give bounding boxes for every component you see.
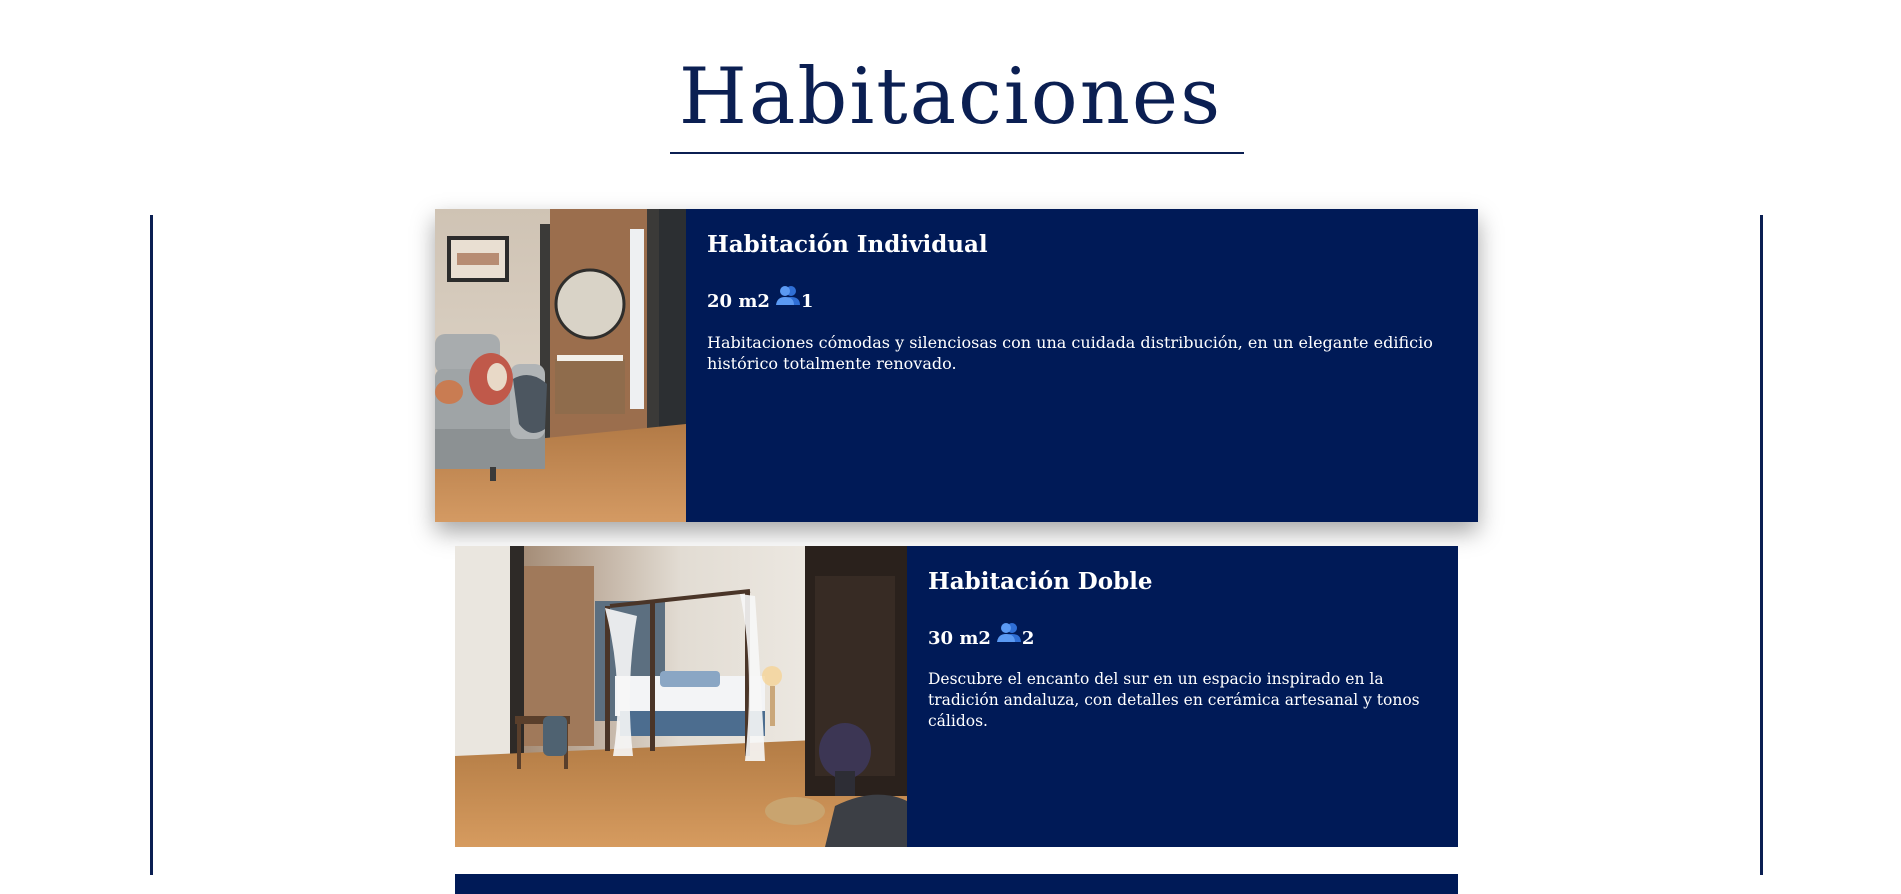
page-title: Habitaciones: [678, 52, 1223, 142]
room-details-individual: Habitación Individual 20 m2 1 Habitacion…: [686, 209, 1478, 522]
room-description: Descubre el encanto del sur en un espaci…: [928, 669, 1420, 730]
room-title[interactable]: Habitación Doble: [928, 568, 1442, 596]
frame-line-left: [150, 215, 153, 875]
room-card-individual[interactable]: Habitación Individual 20 m2 1 Habitacion…: [435, 209, 1478, 522]
room-guests: 1: [800, 290, 814, 312]
room-title[interactable]: Habitación Individual: [707, 231, 1462, 259]
title-underline: [670, 152, 1244, 154]
room-description: Habitaciones cómodas y silenciosas con u…: [707, 332, 1433, 373]
people-icon: [996, 622, 1021, 647]
room-size: 20 m2: [707, 290, 770, 312]
room-details-doble: Habitación Doble 30 m2 2 Descubre el enc…: [907, 546, 1458, 847]
room-size: 30 m2: [928, 627, 991, 649]
room-photo-doble: [455, 546, 907, 847]
room-guests: 2: [1021, 627, 1035, 649]
frame-line-right: [1760, 215, 1763, 875]
room-meta: 30 m2 2: [928, 622, 1442, 649]
people-icon: [775, 285, 800, 310]
room-card-doble[interactable]: Habitación Doble 30 m2 2 Descubre el enc…: [455, 546, 1458, 847]
room-card-next[interactable]: [455, 874, 1458, 894]
room-meta: 20 m2 1: [707, 285, 1462, 312]
room-photo-individual: [435, 209, 686, 522]
